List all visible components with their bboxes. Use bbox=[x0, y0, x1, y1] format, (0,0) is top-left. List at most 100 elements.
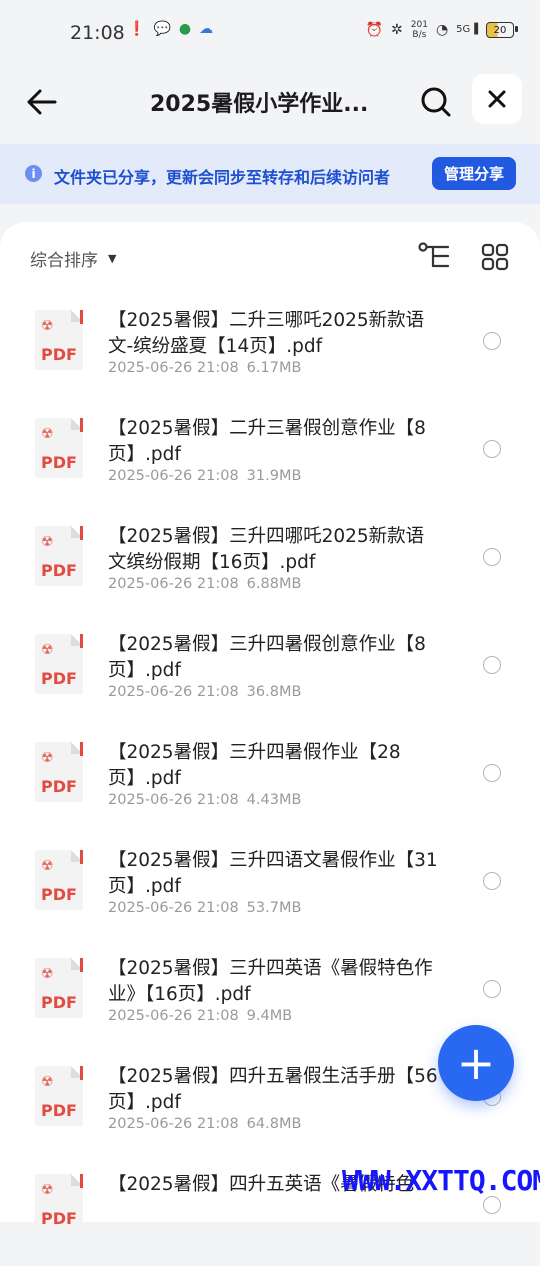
file-type-label: PDF bbox=[41, 561, 77, 580]
page-marker bbox=[80, 634, 83, 648]
wechat-icon: 💬 bbox=[153, 21, 171, 37]
sort-dropdown[interactable]: 综合排序 ▼ bbox=[30, 246, 116, 271]
grid-view-button[interactable] bbox=[480, 242, 510, 272]
page-marker bbox=[80, 1066, 83, 1080]
arrow-left-icon bbox=[27, 89, 57, 115]
file-row[interactable]: ☢ PDF 【2025暑假】三升四哪吒2025新款语文缤纷假期【16页】.pdf 20… bbox=[0, 510, 540, 618]
app-icon: ● bbox=[178, 21, 192, 37]
select-radio[interactable] bbox=[483, 872, 501, 890]
select-radio[interactable] bbox=[483, 656, 501, 674]
page-marker bbox=[80, 850, 83, 864]
file-size: 64.8MB bbox=[246, 1116, 302, 1132]
share-banner: i 文件夹已分享，更新会同步至转存和后续访问者 管理分享 bbox=[0, 144, 540, 204]
sort-label: 综合排序 bbox=[30, 251, 98, 271]
file-row[interactable]: ☢ PDF 【2025暑假】二升三哪吒2025新款语文-缤纷盛夏【14页】.pdf 2… bbox=[0, 294, 540, 402]
file-size: 4.43MB bbox=[246, 792, 302, 808]
acrobat-icon: ☢ bbox=[41, 642, 54, 658]
file-date: 2025-06-26 21:08 bbox=[108, 900, 239, 916]
page-title: 2025暑假小学作业... bbox=[150, 92, 369, 117]
file-name: 【2025暑假】三升四暑假作业【28页】.pdf bbox=[108, 742, 401, 789]
select-radio[interactable] bbox=[483, 980, 501, 998]
file-row[interactable]: ☢ PDF 【2025暑假】三升四暑假创意作业【8页】.pdf 2025-06-26 … bbox=[0, 618, 540, 726]
file-meta: 2025-06-26 21:08 6.17MB bbox=[108, 360, 301, 376]
search-button[interactable] bbox=[414, 80, 458, 124]
signal-label: 5G bbox=[456, 24, 471, 35]
back-button[interactable] bbox=[22, 82, 62, 122]
acrobat-icon: ☢ bbox=[41, 318, 54, 334]
acrobat-icon: ☢ bbox=[41, 534, 54, 550]
manage-share-button[interactable]: 管理分享 bbox=[432, 157, 516, 190]
file-type-label: PDF bbox=[41, 1209, 77, 1228]
select-radio[interactable] bbox=[483, 1196, 501, 1214]
net-speed-value: 201 bbox=[410, 20, 428, 30]
acrobat-icon: ☢ bbox=[41, 750, 54, 766]
file-meta: 2025-06-26 21:08 53.7MB bbox=[108, 900, 301, 916]
file-name: 【2025暑假】二升三哪吒2025新款语文-缤纷盛夏【14页】.pdf bbox=[108, 310, 425, 357]
caret-down-icon: ▼ bbox=[108, 252, 117, 265]
file-name: 【2025暑假】四升五暑假生活手册【56页】.pdf bbox=[108, 1066, 438, 1113]
add-button[interactable]: + bbox=[438, 1025, 514, 1101]
page-marker bbox=[80, 742, 83, 756]
file-type-label: PDF bbox=[41, 345, 77, 364]
file-meta bbox=[108, 1224, 116, 1240]
file-meta: 2025-06-26 21:08 31.9MB bbox=[108, 468, 301, 484]
signal-icon: 5G▐ bbox=[456, 24, 478, 35]
file-type-label: PDF bbox=[41, 885, 77, 904]
select-radio[interactable] bbox=[483, 548, 501, 566]
file-type-label: PDF bbox=[41, 777, 77, 796]
net-speed: 201 B/s bbox=[411, 20, 428, 40]
file-meta: 2025-06-26 21:08 6.88MB bbox=[108, 576, 301, 592]
select-radio[interactable] bbox=[483, 764, 501, 782]
close-button[interactable] bbox=[472, 74, 522, 124]
tree-view-icon bbox=[418, 242, 450, 268]
select-radio[interactable] bbox=[483, 332, 501, 350]
pdf-file-icon: ☢ PDF bbox=[35, 310, 83, 370]
file-size: 6.88MB bbox=[246, 576, 302, 592]
file-name: 【2025暑假】三升四暑假创意作业【8页】.pdf bbox=[108, 634, 426, 681]
pdf-file-icon: ☢ PDF bbox=[35, 1174, 83, 1234]
tree-view-button[interactable] bbox=[418, 242, 452, 272]
select-radio[interactable] bbox=[483, 440, 501, 458]
info-icon: i bbox=[25, 165, 42, 182]
file-row[interactable]: ☢ PDF 【2025暑假】三升四语文暑假作业【31页】.pdf 2025-06-26… bbox=[0, 834, 540, 942]
file-meta: 2025-06-26 21:08 4.43MB bbox=[108, 792, 301, 808]
search-icon bbox=[421, 87, 451, 117]
bluetooth-icon: ✲ bbox=[391, 22, 403, 38]
file-date: 2025-06-26 21:08 bbox=[108, 468, 239, 484]
file-row[interactable]: ☢ PDF 【2025暑假】三升四暑假作业【28页】.pdf 2025-06-26 2… bbox=[0, 726, 540, 834]
app-header: 2025暑假小学作业... bbox=[0, 66, 540, 142]
page-marker bbox=[80, 418, 83, 432]
file-meta: 2025-06-26 21:08 36.8MB bbox=[108, 684, 301, 700]
grid-view-icon bbox=[481, 243, 509, 271]
file-meta: 2025-06-26 21:08 9.4MB bbox=[108, 1008, 292, 1024]
file-type-label: PDF bbox=[41, 993, 77, 1012]
file-date: 2025-06-26 21:08 bbox=[108, 792, 239, 808]
acrobat-icon: ☢ bbox=[41, 426, 54, 442]
pdf-file-icon: ☢ PDF bbox=[35, 634, 83, 694]
file-date: 2025-06-26 21:08 bbox=[108, 684, 239, 700]
cloud-icon: ☁ bbox=[199, 21, 214, 37]
acrobat-icon: ☢ bbox=[41, 1182, 54, 1198]
file-size: 6.17MB bbox=[246, 360, 302, 376]
status-bar: 21:08 ❗ 💬 ● ☁ ⏰ ✲ 201 B/s ◔ 5G▐ 20 bbox=[0, 0, 540, 66]
alarm-icon: ⏰ bbox=[365, 22, 384, 38]
pdf-file-icon: ☢ PDF bbox=[35, 526, 83, 586]
file-size: 9.4MB bbox=[246, 1008, 293, 1024]
share-banner-text: 文件夹已分享，更新会同步至转存和后续访问者 bbox=[54, 168, 391, 187]
page-marker bbox=[80, 1174, 83, 1188]
file-name: 【2025暑假】三升四英语《暑假特色作业》【16页】.pdf bbox=[108, 958, 433, 1005]
page-marker bbox=[80, 310, 83, 324]
close-icon bbox=[488, 90, 506, 108]
pdf-file-icon: ☢ PDF bbox=[35, 958, 83, 1018]
acrobat-icon: ☢ bbox=[41, 966, 54, 982]
file-type-label: PDF bbox=[41, 1101, 77, 1120]
alert-icon: ❗ bbox=[128, 21, 146, 37]
file-date: 2025-06-26 21:08 bbox=[108, 360, 239, 376]
file-row[interactable]: ☢ PDF 【2025暑假】二升三暑假创意作业【8页】.pdf 2025-06-26 … bbox=[0, 402, 540, 510]
file-date: 2025-06-26 21:08 bbox=[108, 1116, 239, 1132]
status-left-icons: ❗ 💬 ● ☁ bbox=[128, 22, 213, 36]
watermark-text: WWW.XXTTQ.COM bbox=[342, 1164, 540, 1197]
file-name: 【2025暑假】三升四哪吒2025新款语文缤纷假期【16页】.pdf bbox=[108, 526, 425, 573]
pdf-file-icon: ☢ PDF bbox=[35, 418, 83, 478]
file-date: 2025-06-26 21:08 bbox=[108, 1008, 239, 1024]
